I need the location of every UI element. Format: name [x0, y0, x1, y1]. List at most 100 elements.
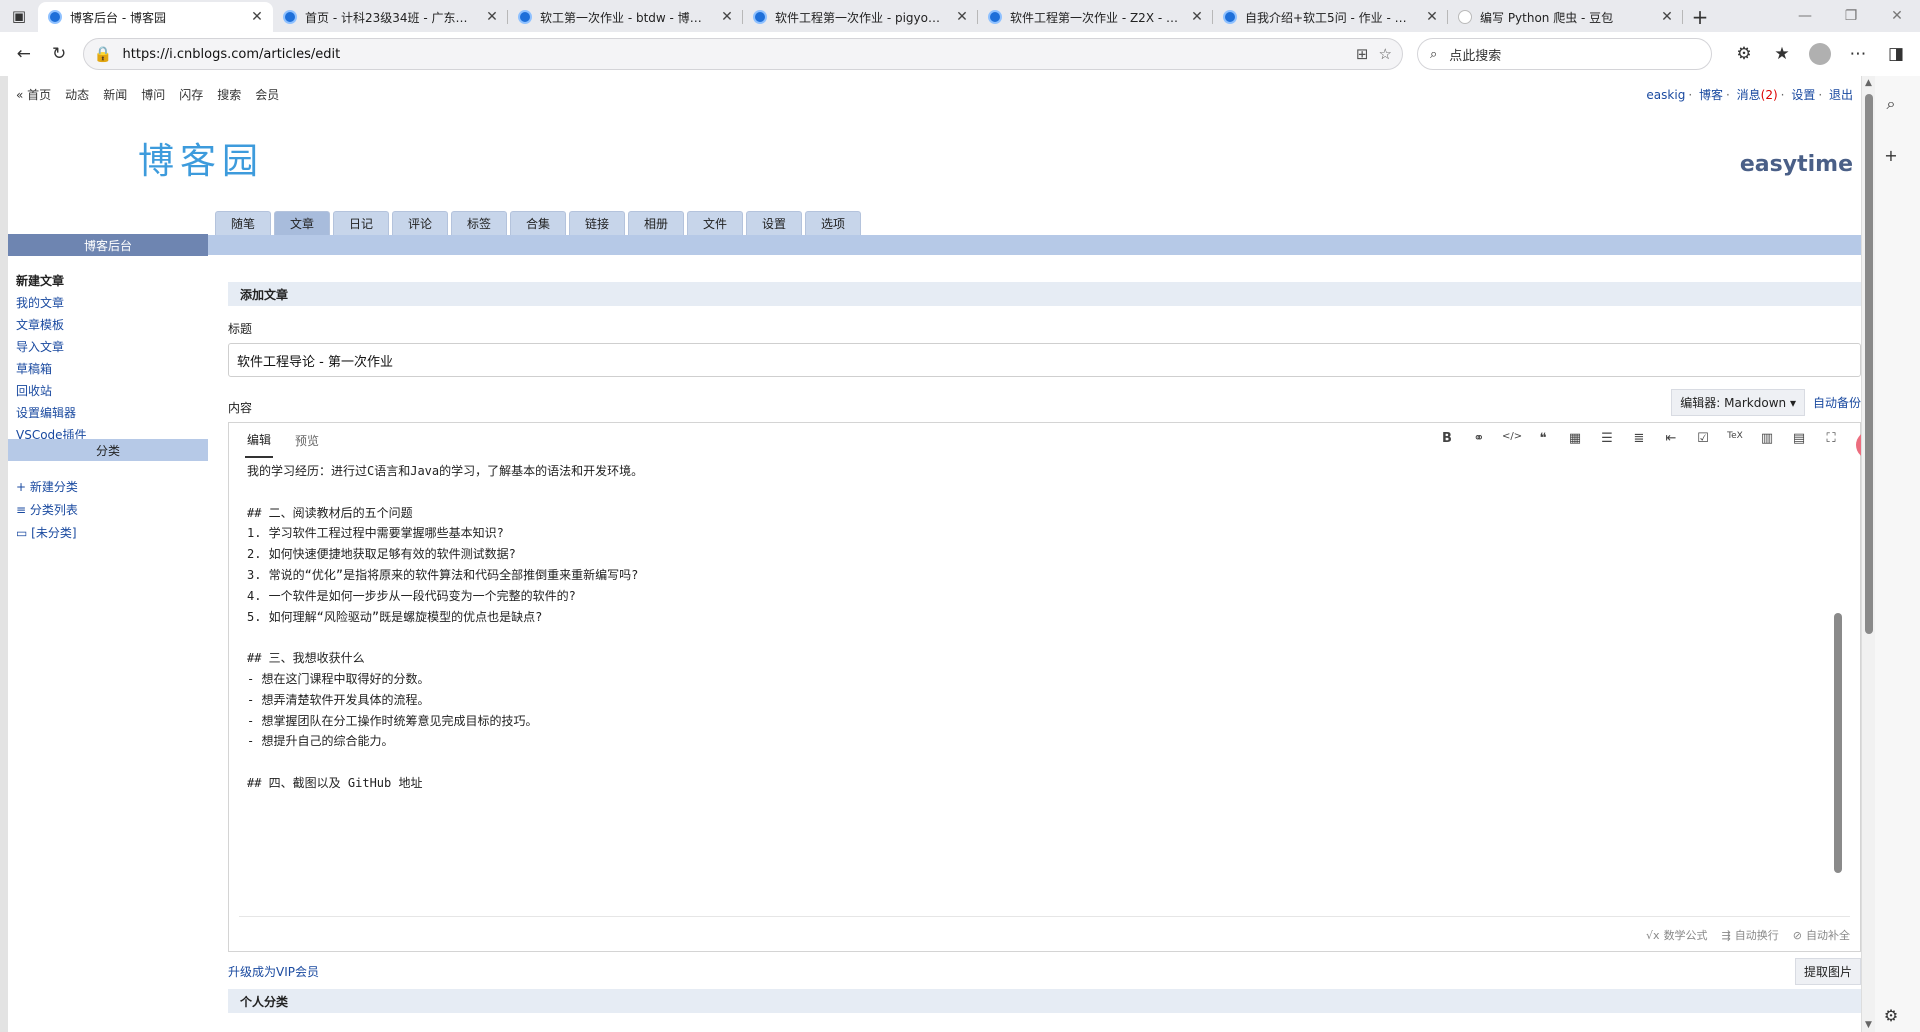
category-list-link[interactable]: ≡ 分类列表 [16, 501, 78, 518]
page-scrollbar[interactable]: ▲ ▼ [1862, 76, 1875, 1032]
fullscreen-icon[interactable]: ⛶ [1822, 431, 1840, 446]
sidebar-item-new-article[interactable]: 新建文章 [16, 272, 87, 289]
uncategorized-link[interactable]: ▭ [未分类] [16, 524, 78, 541]
scroll-down-icon[interactable]: ▼ [1862, 1020, 1875, 1030]
scroll-up-icon[interactable]: ▲ [1862, 78, 1875, 88]
math-formula-toggle[interactable]: √x 数学公式 [1646, 927, 1708, 943]
window-menu-icon[interactable]: ▣ [0, 0, 38, 32]
nav-home-link[interactable]: « 首页 [16, 86, 51, 103]
browser-tab-6[interactable]: 编写 Python 爬虫 - 豆包 ✕ [1448, 2, 1683, 32]
close-tab-icon[interactable]: ✕ [719, 9, 735, 25]
browser-tab-2[interactable]: 软工第一次作业 - btdw - 博客园 ✕ [508, 2, 743, 32]
browser-tab-0[interactable]: 博客后台 - 博客园 ✕ [38, 2, 273, 32]
sidebar-item-editor-settings[interactable]: 设置编辑器 [16, 404, 87, 421]
sidebar-item-my-articles[interactable]: 我的文章 [16, 294, 87, 311]
tab-articles[interactable]: 文章 [274, 211, 330, 235]
refresh-icon[interactable]: ↻ [43, 38, 74, 70]
save-draft-icon[interactable]: ▤ [1790, 431, 1808, 446]
tex-icon[interactable]: TeX [1726, 431, 1744, 446]
tab-title: 首页 - 计科23级34班 - 广东工业大 [305, 10, 476, 25]
tab-comments[interactable]: 评论 [392, 211, 448, 235]
close-tab-icon[interactable]: ✕ [1659, 9, 1675, 25]
link-icon[interactable]: ⚭ [1470, 431, 1488, 446]
table-icon[interactable]: ▦ [1566, 431, 1584, 446]
split-view-icon[interactable]: ▥ [1758, 431, 1776, 446]
close-tab-icon[interactable]: ✕ [954, 9, 970, 25]
close-tab-icon[interactable]: ✕ [1189, 9, 1205, 25]
favorites-icon[interactable]: ★ [1766, 38, 1798, 70]
upgrade-vip-link[interactable]: 升级成为VIP会员 [228, 963, 319, 980]
editor-scrollbar[interactable] [1834, 461, 1842, 901]
nav-flash-link[interactable]: 闪存 [179, 86, 203, 103]
nav-qa-link[interactable]: 博问 [141, 86, 165, 103]
favorite-star-icon[interactable]: ☆ [1379, 45, 1392, 63]
tab-links[interactable]: 链接 [569, 211, 625, 235]
profile-avatar[interactable] [1804, 38, 1836, 70]
tab-settings[interactable]: 设置 [746, 211, 802, 235]
reader-mode-icon[interactable]: ⊞ [1356, 45, 1369, 63]
minimize-icon[interactable]: — [1782, 0, 1828, 32]
sidebar-item-recycle[interactable]: 回收站 [16, 382, 87, 399]
title-input[interactable]: 软件工程导论 - 第一次作业 [228, 343, 1861, 377]
new-category-link[interactable]: + 新建分类 [16, 478, 78, 495]
restore-icon[interactable]: ❐ [1828, 0, 1874, 32]
cnblogs-logo[interactable]: 博客园 [138, 132, 264, 184]
extensions-icon[interactable]: ⚙ [1728, 38, 1760, 70]
word-wrap-toggle[interactable]: ⇶ 自动换行 [1722, 927, 1779, 943]
nav-feed-link[interactable]: 动态 [65, 86, 89, 103]
browser-tab-4[interactable]: 软件工程第一次作业 - Z2X - 博客 ✕ [978, 2, 1213, 32]
close-window-icon[interactable]: ✕ [1874, 0, 1920, 32]
editor-tab-edit[interactable]: 编辑 [245, 423, 274, 458]
close-tab-icon[interactable]: ✕ [1424, 9, 1440, 25]
bold-icon[interactable]: B [1438, 431, 1456, 446]
close-tab-icon[interactable]: ✕ [484, 9, 500, 25]
scrollbar-thumb[interactable] [1865, 94, 1873, 634]
tab-albums[interactable]: 相册 [628, 211, 684, 235]
unordered-list-icon[interactable]: ☰ [1598, 431, 1616, 446]
nav-search-link[interactable]: 搜索 [217, 86, 241, 103]
blog-name[interactable]: easytime [1740, 152, 1853, 177]
tab-collections[interactable]: 合集 [510, 211, 566, 235]
tab-posts[interactable]: 随笔 [215, 211, 271, 235]
browser-tab-3[interactable]: 软件工程第一次作业 - pigyoung ✕ [743, 2, 978, 32]
tab-files[interactable]: 文件 [687, 211, 743, 235]
quote-icon[interactable]: ❝ [1534, 431, 1552, 446]
sidebar-search-icon[interactable]: ⌕ [1880, 94, 1902, 114]
search-box[interactable]: ⌕ 点此搜索 [1416, 38, 1712, 70]
autocomplete-toggle[interactable]: ⊘ 自动补全 [1793, 927, 1850, 943]
username-link[interactable]: easkig [1646, 88, 1685, 102]
editor-select[interactable]: 编辑器: Markdown ▾ [1671, 389, 1805, 416]
nav-vip-link[interactable]: 会员 [255, 86, 279, 103]
indent-icon[interactable]: ⇤ [1662, 431, 1680, 446]
task-list-icon[interactable]: ☑ [1694, 431, 1712, 446]
auto-backup-link[interactable]: 自动备份 [1813, 394, 1861, 411]
tab-diary[interactable]: 日记 [333, 211, 389, 235]
logout-link[interactable]: 退出 [1829, 88, 1853, 102]
code-icon[interactable]: </> [1502, 431, 1522, 446]
nav-news-link[interactable]: 新闻 [103, 86, 127, 103]
editor-tab-preview[interactable]: 预览 [293, 424, 321, 457]
url-text[interactable]: https://i.cnblogs.com/articles/edit [123, 47, 1346, 62]
sidebar-add-icon[interactable]: + [1880, 146, 1902, 165]
sidebar-item-templates[interactable]: 文章模板 [16, 316, 87, 333]
tab-tags[interactable]: 标签 [451, 211, 507, 235]
sidebar-item-import[interactable]: 导入文章 [16, 338, 87, 355]
new-tab-icon[interactable]: + [1683, 2, 1717, 32]
settings-link[interactable]: 设置 [1791, 88, 1815, 102]
sidebar-settings-icon[interactable]: ⚙ [1880, 1006, 1902, 1025]
ordered-list-icon[interactable]: ≣ [1630, 431, 1648, 446]
back-icon[interactable]: ← [8, 38, 39, 70]
more-menu-icon[interactable]: ⋯ [1842, 38, 1874, 70]
sidebar-toggle-icon[interactable]: ◨ [1880, 38, 1912, 70]
browser-tab-5[interactable]: 自我介绍+软工5问 - 作业 - 计科2 ✕ [1213, 2, 1448, 32]
blog-link[interactable]: 博客 [1699, 88, 1723, 102]
fetch-images-button[interactable]: 提取图片 [1794, 958, 1861, 985]
browser-tab-1[interactable]: 首页 - 计科23级34班 - 广东工业大 ✕ [273, 2, 508, 32]
sidebar-item-drafts[interactable]: 草稿箱 [16, 360, 87, 377]
site-info-icon[interactable]: 🔒 [94, 45, 113, 63]
close-tab-icon[interactable]: ✕ [249, 9, 265, 25]
address-bar[interactable]: 🔒 https://i.cnblogs.com/articles/edit ⊞ … [82, 38, 1403, 70]
editor-textarea[interactable]: 我的学习经历：进行过C语言和Java的学习，了解基本的语法和开发环境。 ## 二… [247, 461, 1807, 821]
messages-link[interactable]: 消息 [1737, 88, 1761, 102]
tab-options[interactable]: 选项 [805, 211, 861, 235]
